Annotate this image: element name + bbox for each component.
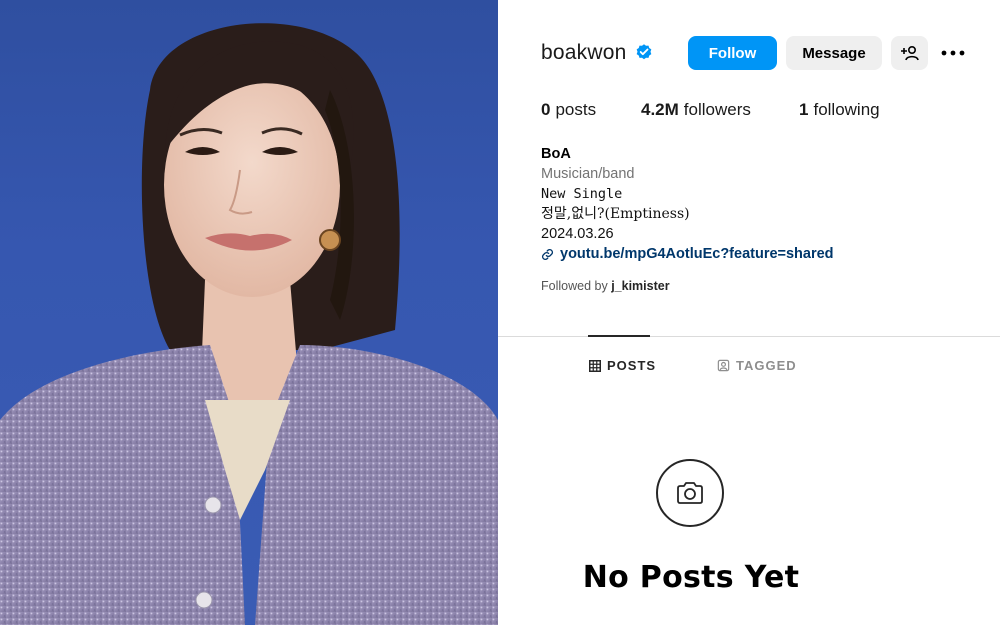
tab-tagged[interactable]: TAGGED — [717, 358, 797, 373]
more-options-button[interactable] — [938, 36, 968, 70]
bio-line-3: 2024.03.26 — [541, 226, 614, 242]
followed-by-prefix: Followed by — [541, 279, 608, 293]
empty-posts-title: No Posts Yet — [582, 560, 800, 595]
verified-badge-icon — [637, 44, 652, 60]
followed-by[interactable]: Followed by j_kimister — [541, 276, 834, 296]
posts-stat: 0 posts — [541, 100, 641, 120]
tabs-divider — [498, 336, 1000, 337]
portrait-illustration — [0, 23, 498, 625]
followers-label: followers — [683, 100, 751, 119]
tab-posts[interactable]: POSTS — [589, 358, 656, 373]
tab-tagged-label: TAGGED — [736, 358, 797, 373]
active-tab-indicator — [588, 335, 650, 337]
empty-posts-camera — [656, 459, 724, 527]
following-count: 1 — [799, 100, 809, 119]
followers-stat[interactable]: 4.2M followers — [641, 100, 799, 120]
camera-icon — [677, 482, 703, 504]
bio-link-text[interactable]: youtu.be/mpG4AotluEc?feature=shared — [560, 244, 834, 264]
following-stat[interactable]: 1 following — [799, 100, 880, 120]
add-user-icon — [900, 45, 919, 61]
posts-count: 0 — [541, 100, 551, 119]
grid-icon — [589, 359, 601, 372]
posts-label: posts — [555, 100, 597, 119]
tab-posts-label: POSTS — [607, 358, 657, 373]
profile-photo — [0, 0, 498, 625]
link-icon — [541, 248, 554, 260]
bio-line-2: 정말,없니?(Emptiness) — [541, 206, 690, 222]
followed-by-user[interactable]: j_kimister — [611, 279, 669, 293]
tagged-icon — [717, 359, 730, 372]
display-name: BoA — [541, 146, 571, 162]
more-options-icon — [941, 50, 965, 56]
follow-button[interactable]: Follow — [688, 36, 777, 70]
username[interactable]: boakwon — [541, 41, 626, 65]
message-button[interactable]: Message — [786, 36, 882, 70]
followers-count: 4.2M — [641, 100, 679, 119]
suggested-users-button[interactable] — [891, 36, 928, 70]
category-label: Musician/band — [541, 166, 635, 182]
bio-link[interactable]: youtu.be/mpG4AotluEc?feature=shared — [541, 244, 834, 264]
following-label: following — [813, 100, 880, 119]
profile-stats: 0 posts 4.2M followers 1 following — [541, 100, 880, 120]
profile-bio: BoA Musician/band New Single 정말,없니?(Empt… — [541, 144, 834, 296]
profile-header: boakwon — [541, 36, 654, 70]
bio-line-1: New Single — [541, 186, 623, 202]
profile-panel: boakwon Follow Message 0 posts 4.2M foll… — [498, 0, 1000, 625]
